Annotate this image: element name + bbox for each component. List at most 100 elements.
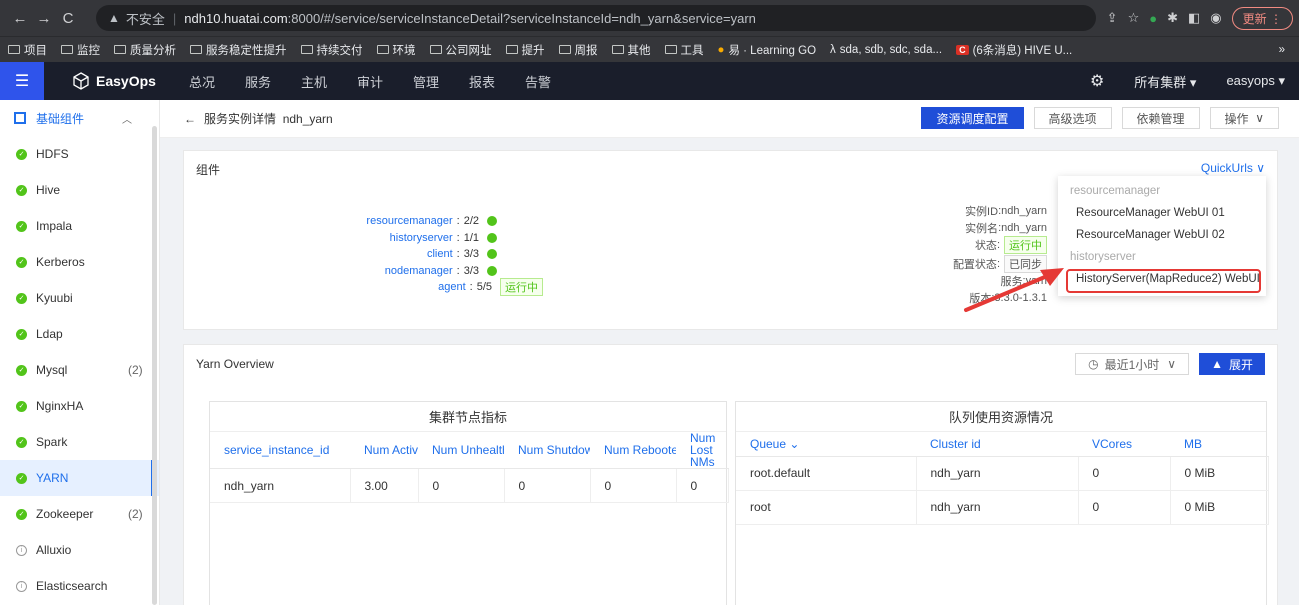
panel-title: 集群节点指标 [210, 402, 726, 432]
info-circle-icon: i [16, 544, 27, 556]
column-header[interactable]: Num ShutdownNMs [504, 432, 590, 469]
puzzle-icon[interactable]: ✱ [1167, 10, 1178, 26]
bookmark-folder[interactable]: 持续交付 [300, 42, 363, 58]
sidebar-item-spark[interactable]: ✓ Spark [0, 424, 159, 460]
sidebar-item-hdfs[interactable]: ✓ HDFS [0, 136, 159, 172]
component-row[interactable]: client:3/3 [366, 246, 497, 263]
bookmark-folder[interactable]: 工具 [664, 42, 704, 58]
table-cell: 0 [1078, 490, 1171, 525]
component-row[interactable]: nodemanager:3/3 [366, 263, 497, 280]
sidebar-item-mysql[interactable]: ✓ Mysql (2) [0, 352, 159, 388]
menu-icon[interactable]: ☰ [0, 62, 44, 100]
sidepanel-icon[interactable]: ◧ [1188, 10, 1200, 26]
column-header[interactable]: Num RebootedNMs [590, 432, 676, 469]
bookmark-hive[interactable]: C (6条消息) HIVE U... [956, 42, 1072, 58]
expand-button[interactable]: ▲ 展开 [1199, 353, 1265, 375]
forward-arrow-icon[interactable]: → [32, 10, 56, 27]
column-header[interactable]: VCores [1078, 432, 1170, 457]
sidebar-item-impala[interactable]: ✓ Impala [0, 208, 159, 244]
schedule-config-button[interactable]: 资源调度配置 [921, 107, 1024, 129]
sidebar-item-nginxha[interactable]: ✓ NginxHA [0, 388, 159, 424]
profile-avatar[interactable]: ◉ [1210, 10, 1221, 26]
instance-name: ndh_yarn [282, 111, 333, 126]
sidebar-item-kyuubi[interactable]: ✓ Kyuubi [0, 280, 159, 316]
bookmark-folder[interactable]: 环境 [376, 42, 416, 58]
sidebar: 基础组件 ︿ ✓ HDFS ✓ Hive ✓ Impala ✓ Kerberos ✓ Ky… [0, 100, 160, 605]
update-button[interactable]: 更新 ⋮ [1231, 6, 1293, 30]
check-circle-icon: ✓ [16, 256, 27, 268]
star-icon[interactable]: ☆ [1128, 10, 1140, 26]
nav-audit[interactable]: 审计 [342, 72, 398, 91]
info-row: 状态: 运行中 [953, 235, 1047, 254]
annotation-arrow-icon [964, 268, 1064, 312]
sidebar-item-hive[interactable]: ✓ Hive [0, 172, 159, 208]
quickurls-dropdown[interactable]: QuickUrls ∨ [1201, 161, 1265, 175]
component-icon [14, 112, 26, 124]
sidebar-group[interactable]: 基础组件 ︿ [0, 100, 159, 136]
sidebar-item-ldap[interactable]: ✓ Ldap [0, 316, 159, 352]
time-range-select[interactable]: ◷ 最近1小时 ∨ [1075, 353, 1190, 375]
bookmark-folder[interactable]: 其他 [611, 42, 651, 58]
folder-icon [376, 45, 389, 54]
caret-up-icon: ▲ [1211, 357, 1223, 371]
extension-icon[interactable]: ● [1149, 11, 1157, 26]
column-header[interactable]: Num Lost NMs [676, 432, 728, 469]
column-header[interactable]: service_instance_id [210, 432, 350, 469]
folder-icon [558, 45, 571, 54]
bookmark-folder[interactable]: 提升 [505, 42, 545, 58]
gear-icon[interactable]: ⚙ [1090, 71, 1104, 91]
user-menu[interactable]: easyops ▾ [1226, 73, 1285, 89]
menu-item-rm-webui-01[interactable]: ResourceManager WebUI 01 [1058, 202, 1266, 224]
sidebar-item-kerberos[interactable]: ✓ Kerberos [0, 244, 159, 280]
menu-item-rm-webui-02[interactable]: ResourceManager WebUI 02 [1058, 224, 1266, 246]
table-header: Queue ⌄ Cluster id VCores MB [736, 432, 1268, 457]
bookmarks-bar: 项目 监控 质量分析 服务稳定性提升 持续交付 环境 公司网址 提升 周报 其他… [0, 36, 1299, 62]
operations-button[interactable]: 操作 ∨ [1209, 107, 1279, 129]
address-bar[interactable]: ▲ 不安全 | ndh10.huatai.com :8000/#/service… [96, 5, 1096, 31]
reload-icon[interactable]: C [56, 10, 80, 27]
component-row[interactable]: resourcemanager:2/2 [366, 213, 497, 230]
nav-overview[interactable]: 总况 [174, 72, 230, 91]
advanced-options-button[interactable]: 高级选项 [1033, 107, 1112, 129]
share-icon[interactable]: ⇪ [1107, 10, 1118, 26]
column-header[interactable]: MB [1170, 432, 1268, 457]
back-arrow-icon[interactable]: ← [8, 10, 32, 27]
nav-alerts[interactable]: 告警 [510, 72, 566, 91]
sidebar-item-zookeeper[interactable]: ✓ Zookeeper (2) [0, 496, 159, 532]
component-row[interactable]: historyserver:1/1 [366, 230, 497, 247]
bookmark-folder[interactable]: 质量分析 [114, 42, 176, 58]
check-circle-icon: ✓ [16, 436, 27, 448]
sidebar-scrollbar[interactable] [152, 126, 157, 605]
folder-icon [664, 45, 677, 54]
cluster-node-panel: 集群节点指标 service_instance_id Num ActiveNMs… [209, 401, 729, 605]
nav-hosts[interactable]: 主机 [286, 72, 342, 91]
column-header[interactable]: Num ActiveNMs [350, 432, 418, 469]
sidebar-item-yarn[interactable]: ✓ YARN [0, 460, 159, 496]
nav-manage[interactable]: 管理 [398, 72, 454, 91]
back-arrow-icon[interactable]: ← [184, 112, 196, 126]
check-circle-icon: ✓ [16, 472, 27, 484]
component-row[interactable]: agent:5/5 运行中 [366, 278, 543, 297]
bookmark-folder[interactable]: 监控 [61, 42, 100, 58]
table-cell: ndh_yarn [916, 456, 1079, 491]
bookmark-learning[interactable]: ● 易 · Learning GO [718, 42, 817, 58]
menu-group-label: resourcemanager [1070, 185, 1161, 197]
column-header[interactable]: Queue ⌄ [736, 432, 916, 457]
nav-services[interactable]: 服务 [230, 72, 286, 91]
browser-toolbar: ← → C ▲ 不安全 | ndh10.huatai.com :8000/#/s… [0, 0, 1299, 36]
bookmark-disks[interactable]: λ sda, sdb, sdc, sda... [830, 44, 942, 56]
bookmark-folder[interactable]: 公司网址 [429, 42, 492, 58]
sidebar-item-alluxio[interactable]: i Alluxio [0, 532, 159, 568]
bookmark-folder[interactable]: 服务稳定性提升 [190, 42, 287, 58]
column-header[interactable]: Num UnhealthyNMs [418, 432, 504, 469]
cluster-select[interactable]: 所有集群 ▾ [1134, 72, 1196, 91]
table-cell: root [736, 490, 917, 525]
column-header[interactable]: Cluster id [916, 432, 1078, 457]
sidebar-item-elasticsearch[interactable]: i Elasticsearch [0, 568, 159, 604]
bookmark-folder[interactable]: 周报 [558, 42, 598, 58]
panel-title: 队列使用资源情况 [736, 402, 1266, 432]
nav-reports[interactable]: 报表 [454, 72, 510, 91]
bookmark-folder[interactable]: 项目 [8, 42, 47, 58]
dependency-button[interactable]: 依赖管理 [1121, 107, 1200, 129]
bookmarks-more[interactable]: » [1279, 44, 1285, 56]
